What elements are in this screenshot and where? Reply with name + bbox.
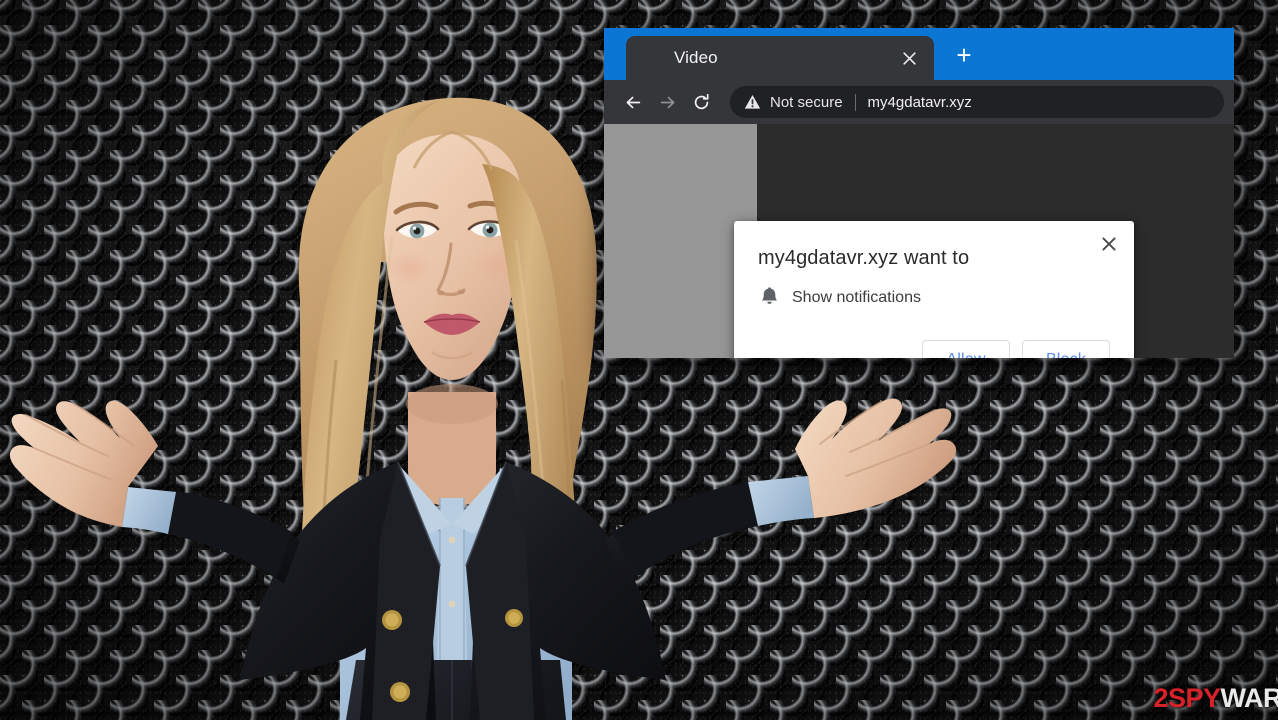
browser-tab-video[interactable]: Video — [626, 36, 934, 80]
allow-button[interactable]: Allow — [922, 340, 1010, 358]
warning-triangle-icon — [744, 94, 761, 110]
back-arrow-icon[interactable] — [618, 87, 648, 117]
browser-tab-strip: Video + — [604, 28, 1234, 80]
dialog-title: my4gdatavr.xyz want to — [758, 247, 970, 269]
security-status-label: Not secure — [770, 93, 843, 111]
watermark-part-3: WAR — [1220, 683, 1278, 713]
new-tab-label: + — [956, 40, 972, 70]
browser-toolbar: Not secure my4gdatavr.xyz — [604, 80, 1234, 124]
watermark-part-1: 2 — [1153, 683, 1168, 713]
block-button[interactable]: Block — [1022, 340, 1110, 358]
forward-arrow-icon[interactable] — [652, 87, 682, 117]
reload-icon[interactable] — [686, 87, 716, 117]
browser-window: Video + Not secure my4gdatavr.xyz my4gda… — [604, 28, 1234, 358]
omnibox-divider — [854, 93, 856, 111]
new-tab-button[interactable]: + — [942, 33, 986, 77]
permission-label: Show notifications — [792, 289, 921, 306]
close-icon[interactable] — [898, 47, 920, 69]
tab-title: Video — [674, 48, 718, 67]
page-viewport: my4gdatavr.xyz want to Show notification… — [604, 124, 1234, 358]
permission-row: Show notifications — [758, 286, 1110, 310]
screenshot-canvas: Video + Not secure my4gdatavr.xyz my4gda… — [0, 0, 1278, 720]
bell-icon — [761, 286, 778, 310]
dialog-actions: Allow Block — [758, 340, 1110, 358]
notification-permission-dialog: my4gdatavr.xyz want to Show notification… — [734, 221, 1134, 358]
address-bar[interactable]: Not secure my4gdatavr.xyz — [730, 86, 1224, 118]
url-text: my4gdatavr.xyz — [867, 93, 972, 111]
close-icon[interactable] — [1096, 231, 1122, 257]
site-watermark: 2 SPY WAR — [1153, 685, 1278, 712]
watermark-part-2: SPY — [1167, 683, 1221, 713]
